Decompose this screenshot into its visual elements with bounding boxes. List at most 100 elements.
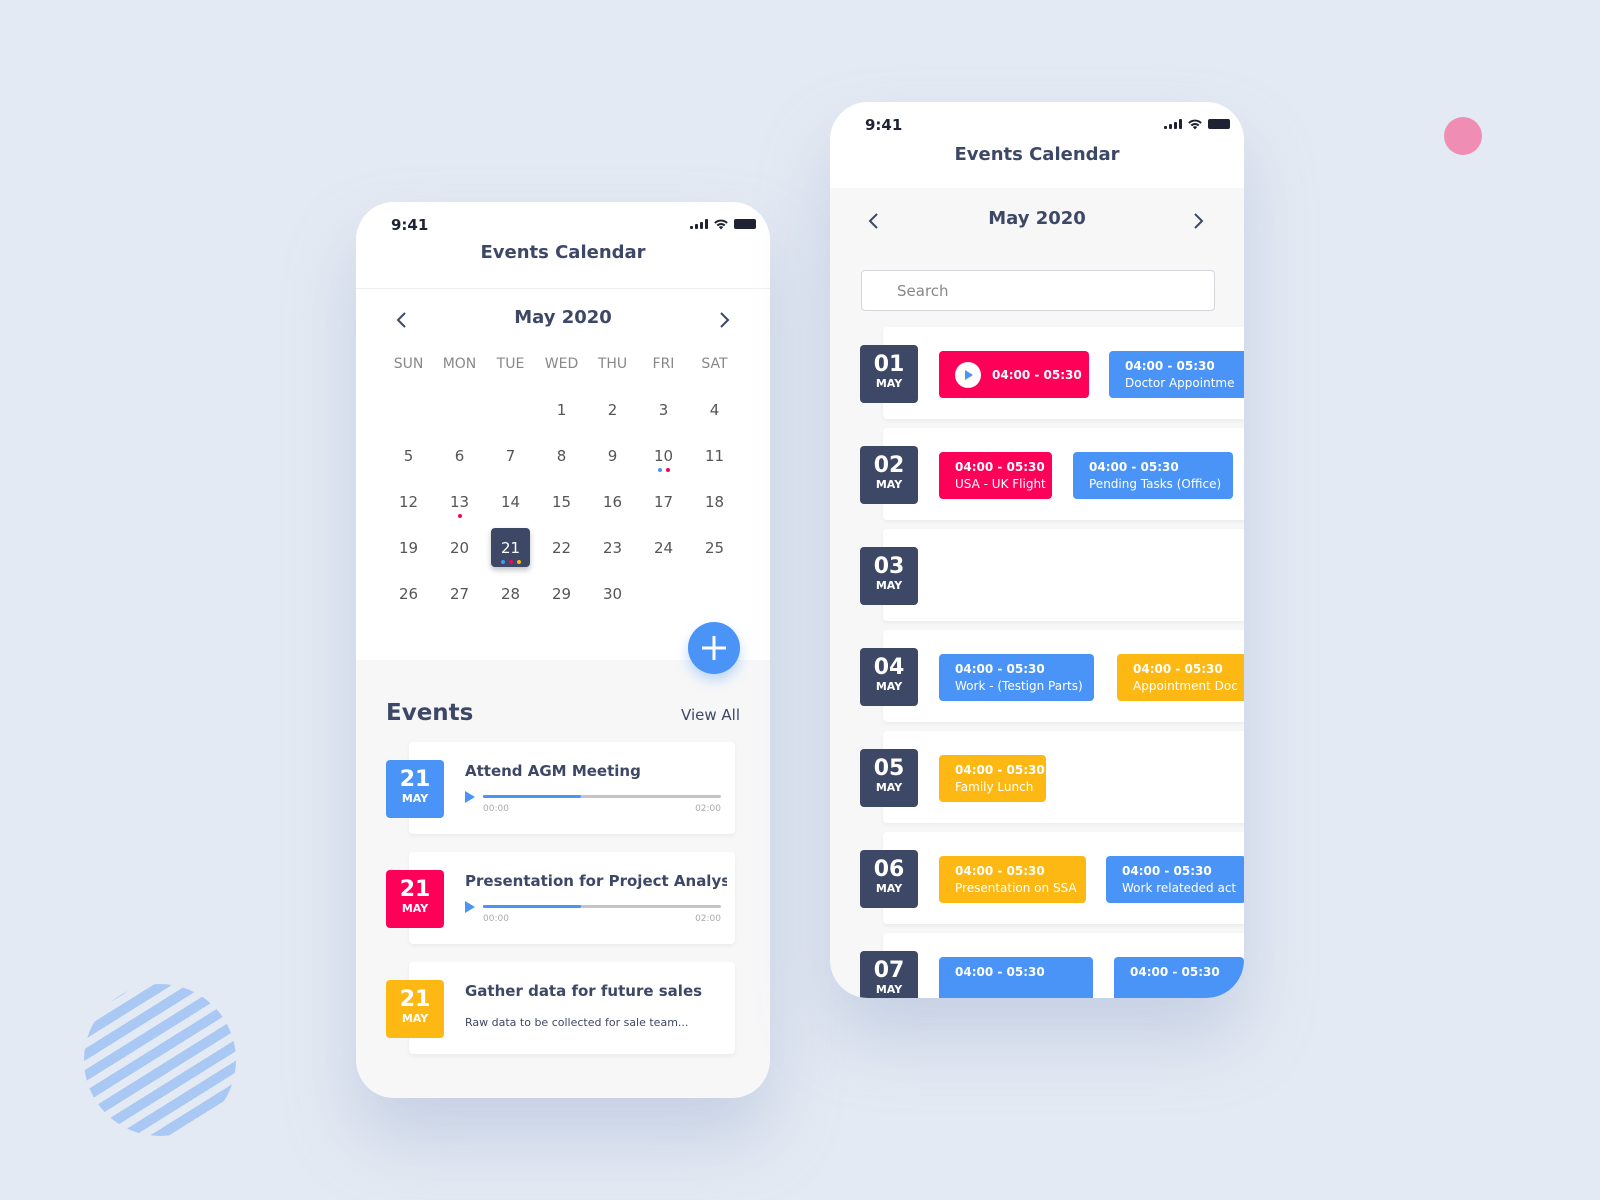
event-label: USA - UK Flight (955, 477, 1046, 491)
calendar-day[interactable]: 3 (638, 398, 689, 444)
date-day: 01 (873, 352, 905, 377)
day-number: 13 (449, 493, 470, 511)
calendar-day[interactable]: 8 (536, 444, 587, 490)
event-chip[interactable]: 04:00 - 05:30 USA - UK Flight (939, 452, 1052, 499)
calendar-day[interactable]: 22 (536, 536, 587, 582)
calendar-day[interactable]: 29 (536, 582, 587, 628)
event-time: 04:00 - 05:30 (1125, 359, 1215, 373)
event-time: 04:00 - 05:30 (1122, 864, 1212, 878)
calendar-day[interactable]: 16 (587, 490, 638, 536)
next-month-button[interactable] (713, 309, 735, 331)
play-icon[interactable] (465, 901, 475, 913)
calendar-day[interactable]: 24 (638, 536, 689, 582)
calendar-day[interactable]: 30 (587, 582, 638, 628)
date-badge: 03 MAY (860, 547, 918, 605)
event-chip[interactable]: 04:00 - 05:30 Work - (Testign Parts) (939, 654, 1094, 701)
calendar-day[interactable]: 10 (638, 444, 689, 490)
day-number: 27 (449, 585, 470, 603)
calendar-day[interactable]: 23 (587, 536, 638, 582)
calendar-week: 1 2 3 4 (383, 398, 740, 444)
event-card[interactable]: Gather data for future sales Raw data to … (409, 962, 735, 1054)
event-chip[interactable]: 04:00 - 05:30 (939, 957, 1093, 998)
day-row: 04:00 - 05:30 Presentation on SSA 04:00 - … (883, 832, 1244, 924)
search-input[interactable] (861, 270, 1215, 311)
date-month: MAY (875, 377, 903, 390)
calendar-day[interactable]: 7 (485, 444, 536, 490)
add-event-button[interactable] (688, 622, 740, 674)
calendar-day[interactable]: 20 (434, 536, 485, 582)
event-chip[interactable]: 04:00 - 05:30 Presentation on SSA (939, 856, 1086, 903)
date-day: 02 (873, 453, 905, 478)
day-row: 04:00 - 05:30 Family Lunch (883, 731, 1244, 823)
start-time: 00:00 (483, 804, 509, 814)
calendar-day[interactable]: 13 (434, 490, 485, 536)
event-card[interactable]: Attend AGM Meeting 00:00 02:00 (409, 742, 735, 834)
day-row: 04:00 - 05:30 04:00 - 05:30 (883, 933, 1244, 998)
calendar-week: 12 13 14 15 16 17 18 (383, 490, 740, 536)
date-month: MAY (401, 902, 429, 915)
day-number: 28 (500, 585, 521, 603)
chevron-right-icon (1194, 213, 1204, 229)
date-badge: 06 MAY (860, 850, 918, 908)
month-label: May 2020 (514, 307, 612, 328)
month-navigator: May 2020 (830, 208, 1244, 238)
calendar-day[interactable]: 6 (434, 444, 485, 490)
calendar-day[interactable]: 17 (638, 490, 689, 536)
event-dot (516, 560, 521, 564)
date-day: 06 (873, 857, 905, 882)
calendar-grid: SUN MON TUE WED THU FRI SAT 1 2 3 4 5 6 7 8 9 10 11 12 13 1… (383, 352, 740, 628)
event-chip[interactable]: 04:00 - 05:30 (939, 351, 1089, 398)
calendar-empty (434, 398, 485, 444)
calendar-day[interactable]: 9 (587, 444, 638, 490)
calendar-day[interactable]: 1 (536, 398, 587, 444)
play-icon[interactable] (955, 362, 981, 388)
calendar-day[interactable]: 5 (383, 444, 434, 490)
event-chip[interactable]: 04:00 - 05:30 Appointment Doc (1117, 654, 1244, 701)
app-title: Events Calendar (954, 144, 1120, 165)
event-chip[interactable]: 04:00 - 05:30 Family Lunch (939, 755, 1046, 802)
day-number: 17 (653, 493, 674, 511)
event-time: 04:00 - 05:30 (1130, 965, 1220, 979)
progress-track[interactable] (483, 795, 721, 798)
date-month: MAY (875, 781, 903, 794)
day-row: 04:00 - 05:30 04:00 - 05:30 Doctor Appoint… (883, 327, 1244, 419)
calendar-day[interactable]: 25 (689, 536, 740, 582)
event-chip[interactable]: 04:00 - 05:30 Doctor Appointme (1109, 351, 1244, 398)
event-chip[interactable]: 04:00 - 05:30 Work relateded act (1106, 856, 1244, 903)
date-badge: 05 MAY (860, 749, 918, 807)
event-indicator-dots (485, 560, 536, 564)
calendar-day[interactable]: 28 (485, 582, 536, 628)
calendar-day[interactable]: 26 (383, 582, 434, 628)
progress-track[interactable] (483, 905, 721, 908)
event-title: Attend AGM Meeting (465, 762, 641, 780)
event-dot (657, 468, 662, 472)
event-card[interactable]: Presentation for Project Analys... 00:00 0… (409, 852, 735, 944)
event-chip[interactable]: 04:00 - 05:30 Pending Tasks (Office) (1073, 452, 1233, 499)
event-chip[interactable]: 04:00 - 05:30 (1114, 957, 1244, 998)
date-month: MAY (875, 478, 903, 491)
play-icon[interactable] (465, 791, 475, 803)
day-number: 4 (709, 401, 720, 419)
calendar-day[interactable]: 2 (587, 398, 638, 444)
weekday-label: TUE (496, 356, 525, 372)
next-month-button[interactable] (1187, 210, 1209, 232)
date-month: MAY (401, 1012, 429, 1025)
event-time: 04:00 - 05:30 (955, 965, 1045, 979)
calendar-day[interactable]: 15 (536, 490, 587, 536)
calendar-day[interactable]: 18 (689, 490, 740, 536)
event-time: 04:00 - 05:30 (955, 662, 1045, 676)
view-all-link[interactable]: View All (681, 706, 740, 724)
date-badge: 02 MAY (860, 446, 918, 504)
weekday-label: MON (442, 356, 477, 372)
calendar-day[interactable]: 11 (689, 444, 740, 490)
calendar-day[interactable]: 27 (434, 582, 485, 628)
calendar-day[interactable]: 4 (689, 398, 740, 444)
day-number: 18 (704, 493, 725, 511)
calendar-day[interactable]: 21 (485, 528, 536, 582)
calendar-day[interactable]: 19 (383, 536, 434, 582)
date-month: MAY (401, 792, 429, 805)
signal-icon (1164, 119, 1182, 129)
date-badge: 07 MAY (860, 951, 918, 998)
date-month: MAY (875, 882, 903, 895)
calendar-day[interactable]: 12 (383, 490, 434, 536)
